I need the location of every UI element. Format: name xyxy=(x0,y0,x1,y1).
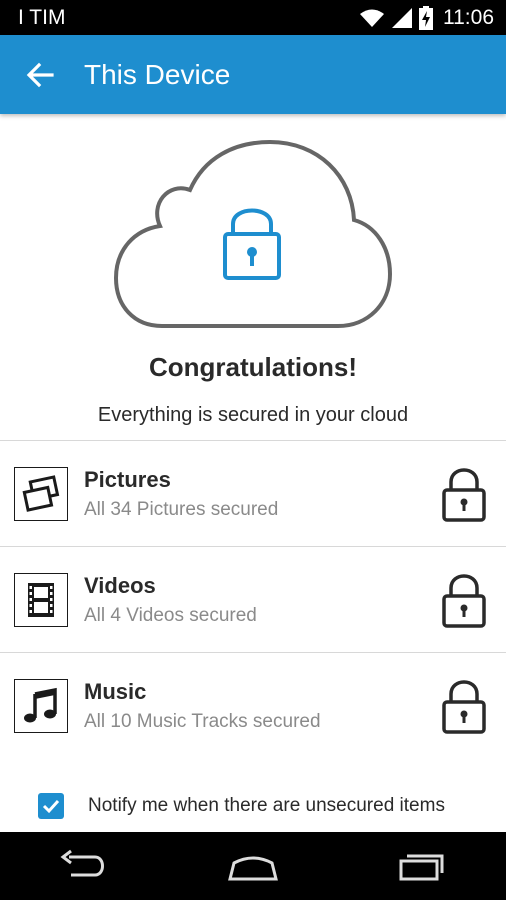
item-status: All 4 Videos secured xyxy=(84,605,257,626)
secured-subtitle: Everything is secured in your cloud xyxy=(97,404,409,426)
app-bar: This Device xyxy=(0,35,506,114)
signal-icon xyxy=(392,7,412,28)
item-title: Videos xyxy=(84,573,156,598)
list-item-pictures[interactable]: Pictures All 34 Pictures secured xyxy=(0,441,506,547)
page-title: This Device xyxy=(84,58,231,90)
checkmark-icon xyxy=(42,799,60,814)
wifi-icon xyxy=(360,9,384,27)
item-status: All 10 Music Tracks secured xyxy=(84,711,321,732)
arrow-left-icon[interactable] xyxy=(26,61,54,89)
home-nav-icon[interactable] xyxy=(226,849,280,883)
recents-nav-icon[interactable] xyxy=(395,849,449,883)
pictures-thumbnail xyxy=(14,467,68,521)
notify-option[interactable]: Notify me when there are unsecured items xyxy=(0,786,506,826)
status-icons: 11:06 xyxy=(359,5,494,30)
lock-icon xyxy=(442,680,486,734)
clock: 11:06 xyxy=(443,5,494,29)
list-item-music[interactable]: Music All 10 Music Tracks secured xyxy=(0,653,506,759)
list-item-videos[interactable]: Videos All 4 Videos secured xyxy=(0,547,506,653)
notify-checkbox[interactable] xyxy=(38,793,64,819)
film-icon xyxy=(28,583,54,617)
lock-icon xyxy=(442,468,486,522)
status-bar: I TIM 11:06 xyxy=(0,0,506,35)
pictures-icon xyxy=(22,475,60,512)
cloud-lock-icon xyxy=(113,139,393,328)
item-title: Pictures xyxy=(84,467,171,492)
notify-label: Notify me when there are unsecured items xyxy=(88,795,445,816)
back-nav-icon[interactable] xyxy=(57,849,111,883)
congratulations-heading: Congratulations! xyxy=(149,352,357,382)
music-thumbnail xyxy=(14,679,68,733)
item-title: Music xyxy=(84,679,147,704)
item-status: All 34 Pictures secured xyxy=(84,499,279,520)
videos-thumbnail xyxy=(14,573,68,627)
navigation-bar xyxy=(0,832,506,900)
battery-charging-icon xyxy=(419,5,433,30)
carrier-name: I TIM xyxy=(18,5,66,29)
lock-icon xyxy=(442,574,486,628)
music-note-icon xyxy=(24,687,57,723)
